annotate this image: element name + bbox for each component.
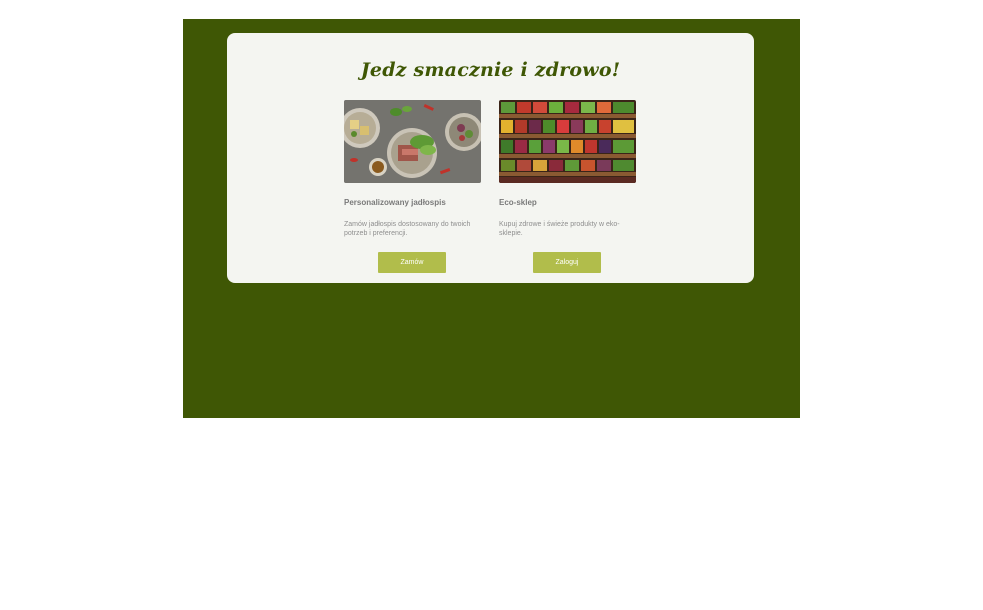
offer-description: Kupuj zdrowe i świeże produkty w eko-skl… <box>499 221 620 237</box>
offer-title: Personalizowany jadłospis <box>344 198 446 207</box>
offer-title: Eco-sklep <box>499 198 537 207</box>
order-button[interactable]: Zamów <box>378 252 446 273</box>
offer-description: Zamów jadłospis dostosowany do twoich po… <box>344 221 471 237</box>
welcome-card: Jedz smacznie i zdrowo! Personalizowany … <box>227 33 754 283</box>
offer-eco-shop: Eco-sklep Kupuj zdrowe i świeże produkty… <box>499 100 636 273</box>
card-title: Jedz smacznie i zdrowo! <box>360 59 621 81</box>
vegetable-shelves-photo <box>499 100 636 183</box>
offer-meal-plan: Personalizowany jadłospis Zamów jadłospi… <box>344 100 481 273</box>
login-button[interactable]: Zaloguj <box>533 252 601 273</box>
page-background: Jedz smacznie i zdrowo! Personalizowany … <box>183 19 800 418</box>
food-plates-photo <box>344 100 481 183</box>
